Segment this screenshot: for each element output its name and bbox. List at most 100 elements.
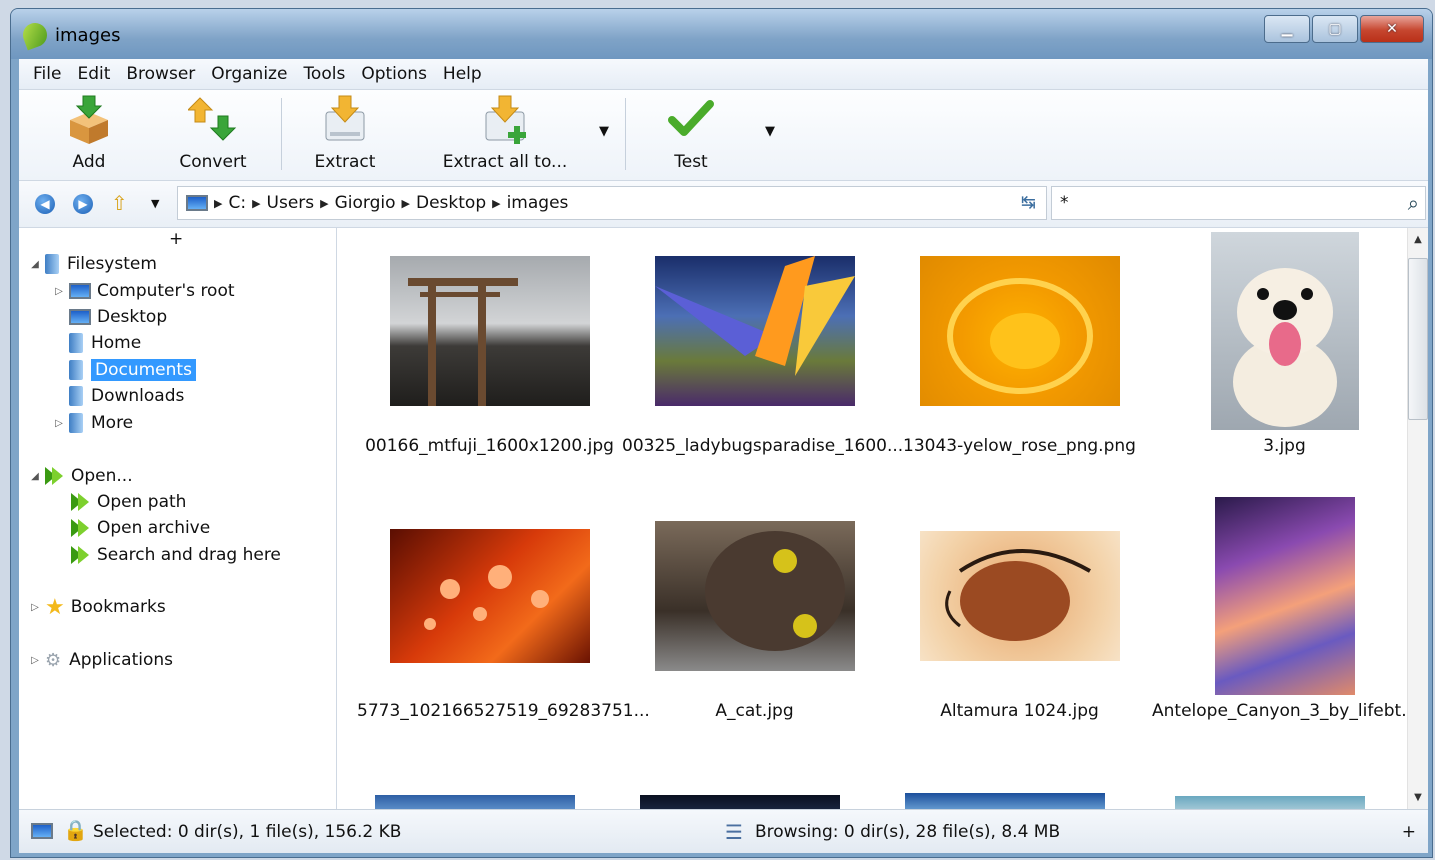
tree-label: Search and drag here [97,545,281,565]
breadcrumb-users[interactable]: Users [267,193,315,213]
tree-item-applications[interactable]: ▷ ⚙ Applications [29,647,173,673]
file-thumbnail[interactable]: 00325_ladybugsparadise_1600... [622,228,903,488]
computer-icon [69,283,91,299]
refresh-icon[interactable]: ↹ [1021,192,1036,213]
tree-item-computers-root[interactable]: ▷ Computer's root [53,278,234,304]
breadcrumb-c[interactable]: C: [228,193,246,213]
open-arrow-icon [45,467,63,485]
partial-thumbnail[interactable] [375,795,575,809]
extract-all-button[interactable]: Extract all to... [435,94,575,172]
tree-item-downloads[interactable]: Downloads [69,383,184,409]
tree-item-documents[interactable]: Documents [69,357,196,383]
extract-dropdown-icon[interactable]: ▼ [599,124,609,139]
checkmark-icon [666,94,716,146]
filter-input[interactable]: * ⌕ [1051,186,1426,220]
tree-expand-icon[interactable]: + [169,228,183,250]
folder-icon [69,360,83,380]
tree-item-open[interactable]: ◢ Open... [29,463,132,489]
back-button[interactable]: ◀ [35,194,55,214]
scroll-thumb[interactable] [1408,258,1428,420]
lock-icon[interactable]: 🔒 [63,818,88,842]
address-bar[interactable]: ▶ C: ▶ Users ▶ Giorgio ▶ Desktop ▶ image… [177,186,1047,220]
computer-icon [186,195,208,211]
breadcrumb-images[interactable]: images [507,193,569,213]
menu-help[interactable]: Help [435,64,490,84]
close-button[interactable]: ✕ [1360,15,1424,43]
title-bar[interactable]: images ▁ ▢ ✕ [11,9,1432,59]
image-altamura [919,530,1120,661]
extract-button[interactable]: Extract [285,94,405,172]
leaf-app-icon [19,19,51,51]
open-arrow-icon [71,546,89,564]
computer-icon[interactable] [31,823,53,839]
window-title: images [55,25,121,46]
vertical-scrollbar[interactable]: ▲ ▼ [1407,228,1428,809]
tree-item-open-archive[interactable]: Open archive [71,515,210,541]
file-thumbnail[interactable]: A_cat.jpg [622,493,887,753]
open-arrow-icon [71,493,89,511]
file-name: A_cat.jpg [715,701,794,721]
file-thumbnail[interactable]: 5773_102166527519_69283751... [357,493,650,753]
file-name: 13043-yelow_rose_png.png [903,436,1136,456]
history-dropdown-icon[interactable]: ▼ [151,197,159,210]
tree-label: Desktop [97,307,168,327]
breadcrumb-giorgio[interactable]: Giorgio [335,193,396,213]
expand-icon[interactable]: ▷ [29,602,41,613]
collapse-icon[interactable]: ◢ [29,259,41,270]
toolbar-separator [625,98,626,170]
search-icon[interactable]: ⌕ [1408,187,1419,219]
tree-item-desktop[interactable]: Desktop [69,304,167,330]
minimize-button[interactable]: ▁ [1264,15,1310,43]
folder-icon [69,333,83,353]
file-name: 00166_mtfuji_1600x1200.jpg [365,436,614,456]
breadcrumb-arrow-icon: ▶ [252,196,261,210]
tree-label-selected: Documents [91,359,196,381]
folder-icon [45,254,59,274]
forward-button[interactable]: ▶ [73,194,93,214]
tree-item-more[interactable]: ▷ More [53,410,133,436]
menu-file[interactable]: File [25,64,69,84]
tree-item-filesystem[interactable]: ◢ Filesystem [29,251,157,277]
menu-tools[interactable]: Tools [295,64,353,84]
scroll-down-icon[interactable]: ▼ [1408,792,1428,803]
scroll-up-icon[interactable]: ▲ [1408,234,1428,245]
file-thumbnail[interactable]: 3.jpg [1152,228,1408,488]
file-thumbnail[interactable]: Antelope_Canyon_3_by_lifebt... [1152,493,1408,753]
partial-thumbnail[interactable] [905,793,1105,809]
expand-icon[interactable]: ▷ [53,286,65,297]
convert-button[interactable]: Convert [153,94,273,172]
image-water-drops [389,528,590,663]
menu-bar: File Edit Browser Organize Tools Options… [19,59,1428,90]
status-plus-icon[interactable]: + [1402,822,1416,842]
tree-item-search-drag[interactable]: Search and drag here [71,542,281,568]
add-box-icon [64,94,114,146]
maximize-button[interactable]: ▢ [1312,15,1358,43]
test-label: Test [674,152,708,172]
extract-all-drive-icon [480,94,530,146]
test-button[interactable]: Test [631,94,751,172]
menu-organize[interactable]: Organize [203,64,295,84]
file-thumbnail[interactable]: Altamura 1024.jpg [887,493,1152,753]
up-folder-icon[interactable]: ⇧ [111,191,128,215]
file-thumbnail[interactable]: 13043-yelow_rose_png.png [887,228,1152,488]
expand-icon[interactable]: ▷ [29,655,41,666]
add-button[interactable]: Add [29,94,149,172]
tree-item-bookmarks[interactable]: ▷ ★ Bookmarks [29,594,166,620]
partial-thumbnail[interactable] [1175,796,1365,809]
list-icon: ☰ [725,820,743,844]
tree-item-open-path[interactable]: Open path [71,489,186,515]
test-dropdown-icon[interactable]: ▼ [765,124,775,139]
menu-options[interactable]: Options [353,64,435,84]
expand-icon[interactable]: ▷ [53,418,65,429]
menu-browser[interactable]: Browser [118,64,203,84]
tree-item-home[interactable]: Home [69,330,141,356]
folder-icon [69,413,83,433]
file-name: 5773_102166527519_69283751... [357,701,650,721]
collapse-icon[interactable]: ◢ [29,471,41,482]
image-antelope-canyon [1214,496,1355,695]
breadcrumb-desktop[interactable]: Desktop [416,193,486,213]
file-thumbnail[interactable]: 00166_mtfuji_1600x1200.jpg [357,228,622,488]
tree-label: More [91,413,134,433]
partial-thumbnail[interactable] [640,795,840,809]
menu-edit[interactable]: Edit [69,64,118,84]
